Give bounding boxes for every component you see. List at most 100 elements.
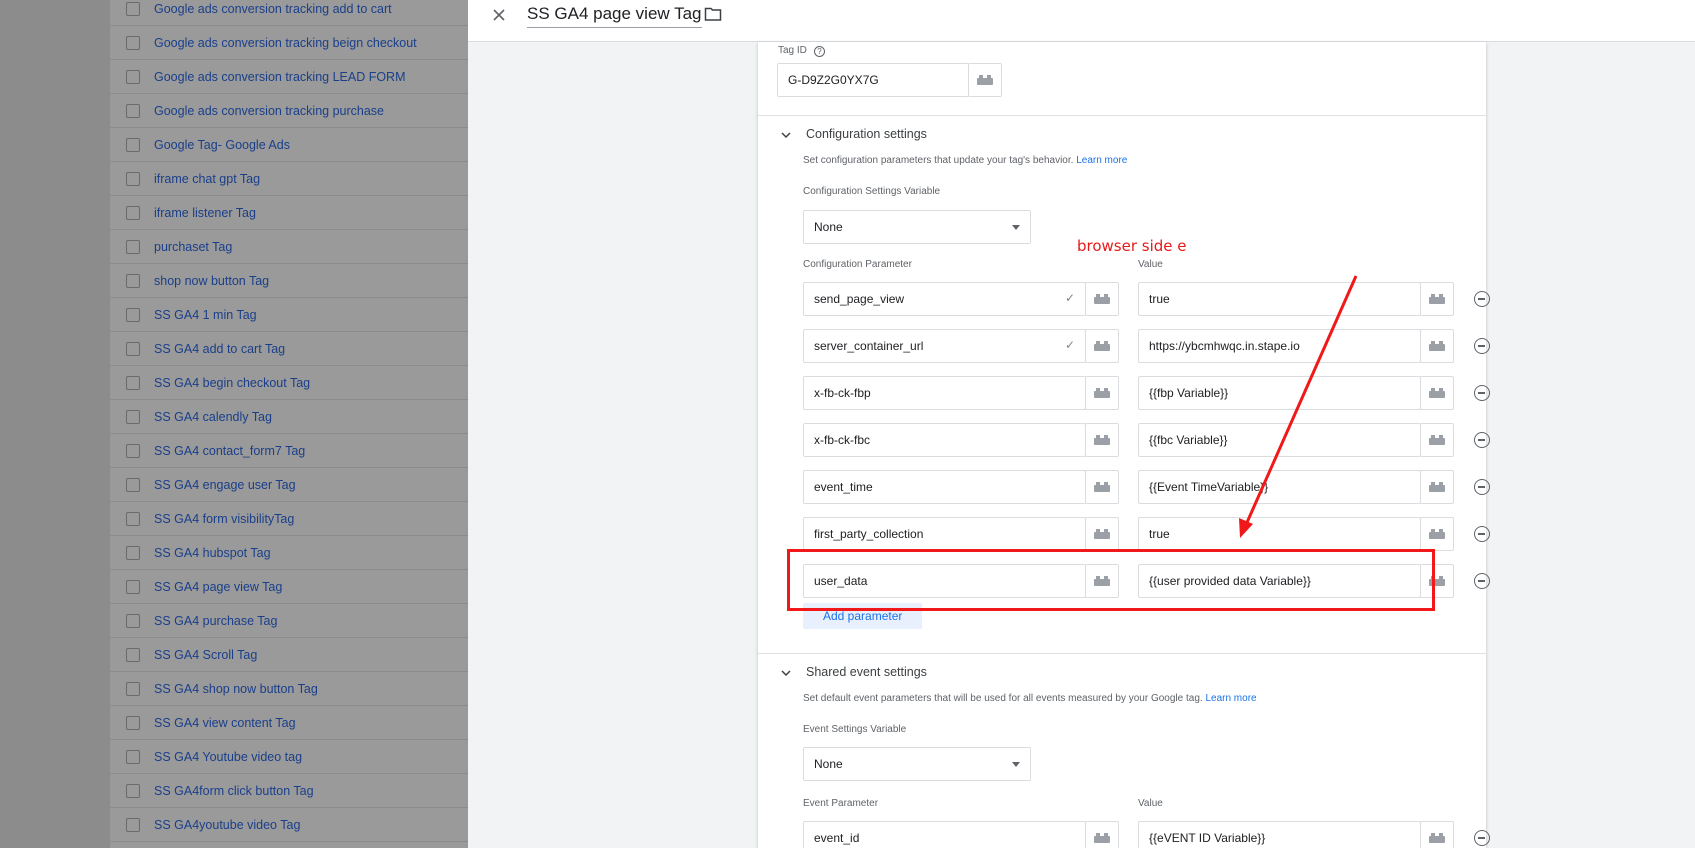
tag-link[interactable]: SS GA4 view content Tag xyxy=(154,716,296,730)
tag-link[interactable]: Google ads conversion tracking beign che… xyxy=(154,36,417,50)
variable-picker-button[interactable] xyxy=(1085,470,1119,504)
row-checkbox[interactable] xyxy=(126,647,140,662)
tag-link[interactable]: SS GA4 Scroll Tag xyxy=(154,648,257,662)
variable-picker-button[interactable] xyxy=(1420,423,1454,457)
tag-id-input[interactable]: G-D9Z2G0YX7G xyxy=(777,63,969,97)
tag-link[interactable]: SS GA4 contact_form7 Tag xyxy=(154,444,305,458)
tag-link[interactable]: SS GA4 purchase Tag xyxy=(154,614,277,628)
row-checkbox[interactable] xyxy=(126,137,140,152)
remove-row-icon[interactable] xyxy=(1474,338,1490,354)
row-checkbox[interactable] xyxy=(126,783,140,798)
parameter-name-input[interactable]: server_container_url ✓ xyxy=(803,329,1086,363)
variable-picker-button[interactable] xyxy=(1085,376,1119,410)
shared-event-settings-title[interactable]: Shared event settings xyxy=(806,665,927,679)
row-checkbox[interactable] xyxy=(126,681,140,696)
row-checkbox[interactable] xyxy=(126,273,140,288)
tag-name-field[interactable]: SS GA4 page view Tag xyxy=(527,4,702,28)
remove-row-icon[interactable] xyxy=(1474,830,1490,846)
parameter-value-input[interactable]: {{fbc Variable}} xyxy=(1138,423,1421,457)
tag-link[interactable]: SS GA4 calendly Tag xyxy=(154,410,272,424)
tag-link[interactable]: SS GA4 add to cart Tag xyxy=(154,342,285,356)
remove-row-icon[interactable] xyxy=(1474,479,1490,495)
variable-picker-button[interactable] xyxy=(1085,329,1119,363)
row-checkbox[interactable] xyxy=(126,579,140,594)
row-checkbox[interactable] xyxy=(126,817,140,832)
remove-row-icon[interactable] xyxy=(1474,385,1490,401)
tag-link[interactable]: Google Tag- Google Ads xyxy=(154,138,290,152)
row-checkbox[interactable] xyxy=(126,103,140,118)
parameter-value-input[interactable]: true xyxy=(1138,282,1421,316)
row-checkbox[interactable] xyxy=(126,545,140,560)
variable-picker-button[interactable] xyxy=(1420,517,1454,551)
row-checkbox[interactable] xyxy=(126,1,140,16)
tag-link[interactable]: Google ads conversion tracking LEAD FORM xyxy=(154,70,406,84)
row-checkbox[interactable] xyxy=(126,613,140,628)
variable-picker-button[interactable] xyxy=(1420,282,1454,316)
parameter-name-input[interactable]: x-fb-ck-fbc xyxy=(803,423,1086,457)
tag-link[interactable]: SS GA4form click button Tag xyxy=(154,784,314,798)
row-checkbox[interactable] xyxy=(126,511,140,526)
row-checkbox[interactable] xyxy=(126,409,140,424)
tag-link[interactable]: purchaset Tag xyxy=(154,240,232,254)
help-icon[interactable]: ? xyxy=(814,46,825,57)
parameter-name-input[interactable]: event_time xyxy=(803,470,1086,504)
row-checkbox[interactable] xyxy=(126,35,140,50)
parameter-value-input[interactable]: https://ybcmhwqc.in.stape.io xyxy=(1138,329,1421,363)
variable-picker-button[interactable] xyxy=(1420,470,1454,504)
tag-link[interactable]: iframe chat gpt Tag xyxy=(154,172,260,186)
tag-link[interactable]: SS GA4 engage user Tag xyxy=(154,478,296,492)
tag-link[interactable]: Google ads conversion tracking add to ca… xyxy=(154,2,392,16)
row-checkbox[interactable] xyxy=(126,375,140,390)
tag-link[interactable]: SS GA4 form visibilityTag xyxy=(154,512,294,526)
variable-picker-button[interactable] xyxy=(1085,821,1119,848)
parameter-name-input[interactable]: first_party_collection xyxy=(803,517,1086,551)
variable-picker-button[interactable] xyxy=(1085,282,1119,316)
remove-row-icon[interactable] xyxy=(1474,432,1490,448)
folder-icon[interactable] xyxy=(704,6,724,24)
configuration-settings-title[interactable]: Configuration settings xyxy=(806,127,927,141)
row-checkbox[interactable] xyxy=(126,205,140,220)
tag-link[interactable]: SS GA4 Youtube video tag xyxy=(154,750,302,764)
tag-link[interactable]: SS GA4youtube video Tag xyxy=(154,818,300,832)
tag-link[interactable]: iframe listener Tag xyxy=(154,206,256,220)
tag-link[interactable]: SS GA4 hubspot Tag xyxy=(154,546,271,560)
parameter-value-input[interactable]: {{eVENT ID Variable}} xyxy=(1138,821,1421,848)
learn-more-link[interactable]: Learn more xyxy=(1205,693,1256,704)
tag-link[interactable]: SS GA4 1 min Tag xyxy=(154,308,257,322)
parameter-value-input[interactable]: {{fbp Variable}} xyxy=(1138,376,1421,410)
variable-picker-button[interactable] xyxy=(968,63,1002,97)
parameter-name-input[interactable]: send_page_view ✓ xyxy=(803,282,1086,316)
parameter-name-input[interactable]: event_id xyxy=(803,821,1086,848)
row-checkbox[interactable] xyxy=(126,307,140,322)
variable-picker-button[interactable] xyxy=(1085,517,1119,551)
variable-picker-button[interactable] xyxy=(1420,376,1454,410)
parameter-value-input[interactable]: {{Event TimeVariable}} xyxy=(1138,470,1421,504)
row-checkbox[interactable] xyxy=(126,477,140,492)
tag-link[interactable]: SS GA4 begin checkout Tag xyxy=(154,376,310,390)
chevron-down-icon[interactable] xyxy=(781,130,791,140)
tag-link[interactable]: SS GA4 page view Tag xyxy=(154,580,282,594)
configuration-settings-variable-select[interactable]: None xyxy=(803,210,1031,244)
row-checkbox[interactable] xyxy=(126,341,140,356)
learn-more-link[interactable]: Learn more xyxy=(1076,155,1127,166)
variable-picker-button[interactable] xyxy=(1420,329,1454,363)
tag-link[interactable]: Google ads conversion tracking purchase xyxy=(154,104,384,118)
row-checkbox[interactable] xyxy=(126,443,140,458)
variable-picker-button[interactable] xyxy=(1085,423,1119,457)
parameter-name-input[interactable]: x-fb-ck-fbp xyxy=(803,376,1086,410)
row-checkbox[interactable] xyxy=(126,171,140,186)
row-checkbox[interactable] xyxy=(126,69,140,84)
tag-link[interactable]: shop now button Tag xyxy=(154,274,269,288)
remove-row-icon[interactable] xyxy=(1474,291,1490,307)
tag-link[interactable]: SS GA4 shop now button Tag xyxy=(154,682,318,696)
row-checkbox[interactable] xyxy=(126,749,140,764)
row-checkbox[interactable] xyxy=(126,715,140,730)
event-settings-variable-select[interactable]: None xyxy=(803,747,1031,781)
row-checkbox[interactable] xyxy=(126,239,140,254)
close-icon[interactable] xyxy=(488,4,510,26)
remove-row-icon[interactable] xyxy=(1474,573,1490,589)
variable-picker-button[interactable] xyxy=(1420,821,1454,848)
parameter-value-input[interactable]: true xyxy=(1138,517,1421,551)
chevron-down-icon[interactable] xyxy=(781,668,791,678)
remove-row-icon[interactable] xyxy=(1474,526,1490,542)
